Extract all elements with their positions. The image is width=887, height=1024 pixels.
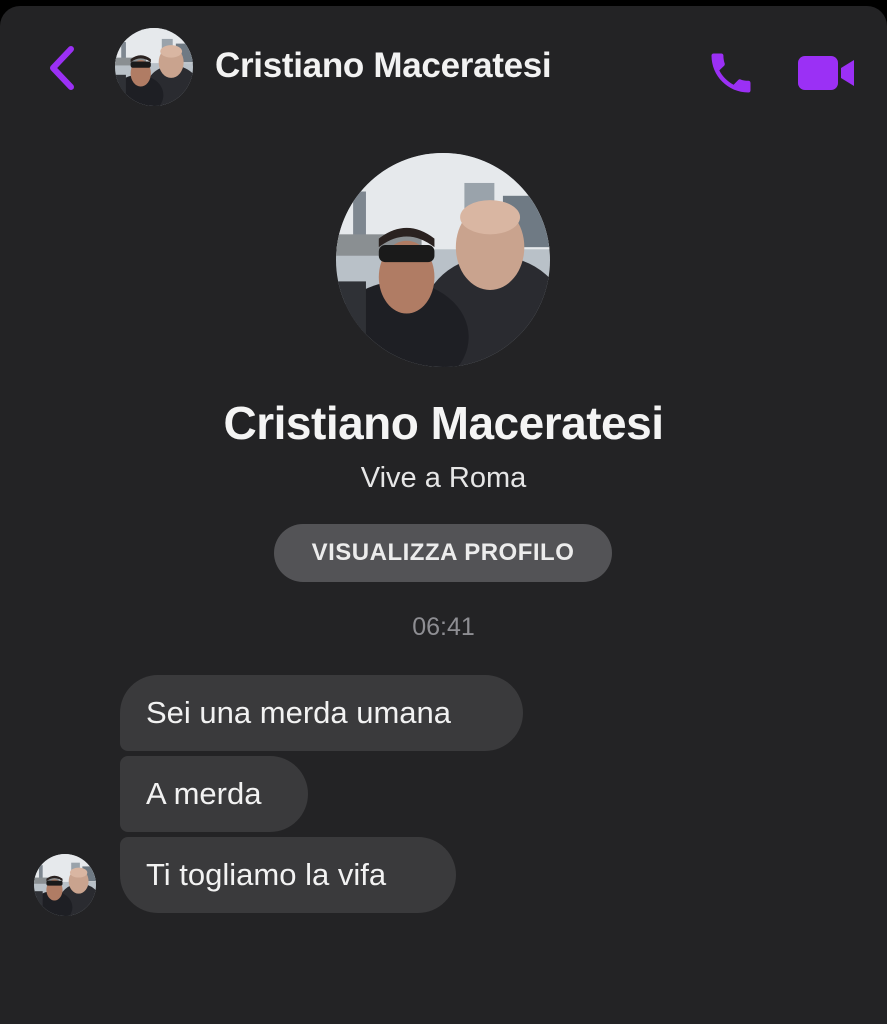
header-avatar[interactable]	[115, 28, 193, 106]
avatar-image	[115, 28, 193, 106]
message-bubble[interactable]: Sei una merda umana	[120, 675, 523, 751]
message-text: Sei una merda umana	[146, 695, 452, 730]
video-call-button[interactable]	[793, 42, 859, 104]
view-profile-button[interactable]: VISUALIZZA PROFILO	[274, 524, 612, 582]
message-timestamp: 06:41	[412, 613, 475, 641]
profile-avatar[interactable]	[336, 153, 550, 367]
message-text: Ti togliamo la vifa	[146, 857, 387, 892]
profile-name: Cristiano Maceratesi	[223, 397, 664, 449]
call-button[interactable]	[700, 42, 762, 104]
sender-avatar[interactable]	[34, 854, 96, 916]
avatar-image	[336, 153, 550, 367]
message-text: A merda	[146, 776, 262, 811]
phone-icon	[711, 53, 751, 93]
chat-screen: Cristiano Maceratesi Cristiano Macerates…	[0, 6, 887, 1024]
back-button[interactable]	[40, 40, 84, 96]
chat-header: Cristiano Maceratesi	[0, 6, 887, 128]
message-bubble[interactable]: A merda	[120, 756, 308, 832]
profile-location: Vive a Roma	[360, 462, 527, 494]
video-camera-icon	[798, 56, 854, 90]
chevron-left-icon	[50, 46, 74, 90]
avatar-image	[34, 854, 96, 916]
message-bubble[interactable]: Ti togliamo la vifa	[120, 837, 456, 913]
header-contact-name[interactable]: Cristiano Maceratesi	[215, 46, 552, 86]
